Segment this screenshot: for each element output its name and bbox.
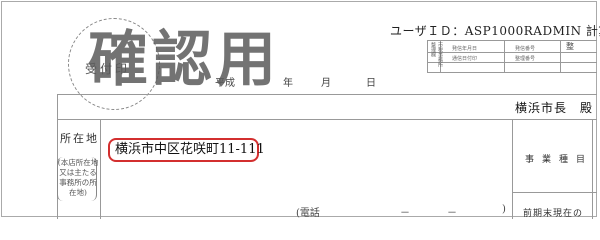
date-year: 年 [283,78,293,89]
previous-period-label: 前期末現在の [523,209,584,219]
date-month: 月 [321,78,331,89]
phone-open: (電話 [296,208,320,219]
grid-line [100,119,101,219]
table-cell: 整理番号 [515,56,536,62]
table-col-divider [504,40,505,72]
grid-line [592,119,593,219]
date-day: 日 [366,78,376,89]
table-corner-label: 整 [566,42,574,51]
address-value-field[interactable]: 横浜市中区花咲町11-111 [108,138,265,162]
address-note: (本店所在地又は主たる事務所の所在地) [57,158,99,197]
table-bottom-border [427,72,597,73]
phone-close: ) [502,204,506,215]
address-label: 所在地 [60,132,99,145]
table-cell: 発信番号 [515,46,536,52]
confirmation-watermark: 確認用 [88,25,280,95]
phone-dash: － [447,208,457,219]
table-side-label: 市税事務所整理欄 [430,42,443,67]
grid-line [512,119,513,219]
business-type-label: 事業種目 [525,155,594,165]
table-col-divider [560,40,561,72]
table-row-divider [427,52,597,53]
table-row-divider [427,62,597,63]
grid-line [512,192,597,193]
grid-line [57,119,597,120]
table-cell: 通信日付印 [452,56,478,62]
table-cell: 発信年月日 [452,46,478,52]
phone-dash: － [400,208,410,219]
recipient-mayor: 横浜市長 殿 [515,101,594,115]
user-id-header: ユーザＩＤ：ASP1000RADMIN 計算処 [390,24,600,38]
table-left-border [427,40,428,72]
grid-line [57,94,58,219]
